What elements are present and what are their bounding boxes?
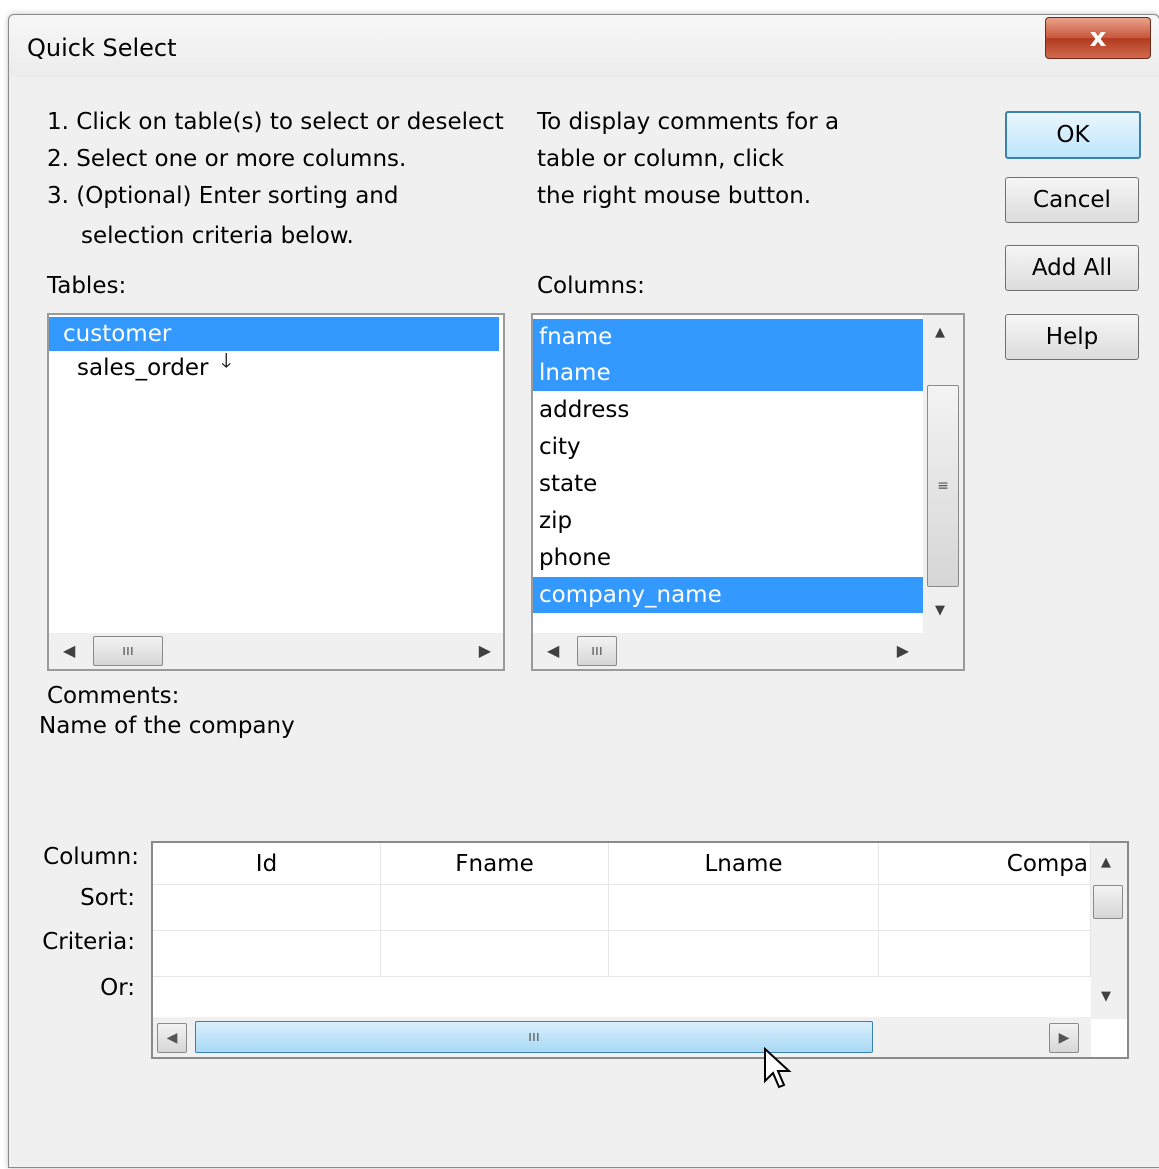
column-item-lname[interactable]: lname: [533, 355, 923, 391]
vertical-scroll-thumb[interactable]: ≡: [927, 385, 959, 587]
grid-row-label-criteria: Criteria:: [42, 929, 135, 955]
title-bar: Quick Select x: [9, 15, 1159, 77]
cancel-button[interactable]: Cancel: [1005, 177, 1139, 223]
grid-cell-criteria[interactable]: [879, 931, 1091, 977]
scroll-left-icon[interactable]: ◀: [547, 641, 559, 660]
grid-cell-sort[interactable]: [609, 885, 879, 931]
columns-horizontal-scrollbar[interactable]: ◀ ııı ▶: [533, 633, 963, 669]
scroll-down-icon[interactable]: ▼: [1101, 989, 1111, 1004]
column-item-state[interactable]: state: [533, 466, 597, 502]
grid-cell-criteria[interactable]: [609, 931, 879, 977]
columns-vertical-scrollbar[interactable]: ▲ ≡ ▼: [923, 315, 963, 633]
ok-button[interactable]: OK: [1005, 111, 1141, 159]
grid-vertical-scrollbar[interactable]: ▲ ▼: [1091, 843, 1127, 1019]
grid-cell-sort[interactable]: [879, 885, 1091, 931]
column-item-phone[interactable]: phone: [533, 540, 611, 576]
instruction-step-3-continued: selection criteria below.: [81, 223, 354, 249]
dialog-title: Quick Select: [27, 34, 177, 62]
grid-column-header-id[interactable]: Id: [153, 843, 381, 885]
tables-horizontal-scrollbar[interactable]: ◀ ııı ▶: [49, 633, 503, 669]
grid-cell-criteria[interactable]: [153, 931, 381, 977]
scroll-left-icon[interactable]: ◀: [63, 641, 75, 660]
mouse-cursor-icon: [764, 1047, 792, 1089]
table-item-label: sales_order: [77, 355, 209, 381]
comments-text: Name of the company: [39, 713, 295, 739]
help-button[interactable]: Help: [1005, 314, 1139, 360]
tables-label: Tables:: [47, 273, 127, 299]
grid-cell-sort[interactable]: [153, 885, 381, 931]
scroll-right-icon[interactable]: ▶: [897, 641, 909, 660]
add-all-button[interactable]: Add All: [1005, 245, 1139, 291]
scroll-right-icon[interactable]: ▶: [1049, 1023, 1079, 1053]
scroll-thumb[interactable]: ııı: [577, 636, 617, 666]
instruction-step-1: 1. Click on table(s) to select or desele…: [47, 109, 504, 135]
instruction-step-3: 3. (Optional) Enter sorting and: [47, 183, 399, 209]
grip-icon: ≡: [937, 478, 949, 494]
scroll-up-icon[interactable]: ▲: [1101, 855, 1111, 870]
comments-hint-line-1: To display comments for a: [537, 109, 840, 135]
column-item-fname[interactable]: fname: [533, 319, 923, 355]
vertical-scroll-thumb[interactable]: [1093, 885, 1123, 919]
columns-listbox[interactable]: fname lname address city state zip phone…: [531, 313, 965, 671]
column-item-address[interactable]: address: [533, 392, 629, 428]
grid-cell-sort[interactable]: [381, 885, 609, 931]
column-item-company-name[interactable]: company_name: [533, 577, 923, 613]
grid-column-header-company[interactable]: Compa: [879, 843, 1091, 885]
scroll-right-icon[interactable]: ▶: [479, 641, 491, 660]
scroll-thumb[interactable]: ııı: [93, 636, 163, 666]
grid-cell-criteria[interactable]: [381, 931, 609, 977]
grid-column-header-lname[interactable]: Lname: [609, 843, 879, 885]
grid-horizontal-scrollbar[interactable]: ◀ ııı ▶: [153, 1017, 1091, 1057]
grid-column-header-fname[interactable]: Fname: [381, 843, 609, 885]
grid-row-label-column: Column:: [43, 844, 139, 870]
comments-hint-line-2: table or column, click: [537, 146, 785, 172]
scroll-up-icon[interactable]: ▲: [935, 325, 945, 340]
grip-icon: ııı: [591, 643, 603, 659]
close-button[interactable]: x: [1045, 17, 1151, 59]
quick-select-dialog: Quick Select x 1. Click on table(s) to s…: [8, 14, 1159, 1168]
column-item-city[interactable]: city: [533, 429, 581, 465]
grip-icon: ııı: [122, 643, 134, 659]
criteria-grid: Id Fname Lname Compa ▲ ▼ ◀ ııı ▶: [151, 841, 1129, 1059]
scroll-down-icon[interactable]: ▼: [935, 603, 945, 618]
comments-label: Comments:: [47, 683, 180, 709]
down-arrow-icon: 🡓: [221, 348, 232, 372]
close-icon: x: [1089, 23, 1107, 53]
grid-row-label-or: Or:: [100, 975, 135, 1001]
table-item-sales-order[interactable]: sales_order 🡓: [49, 348, 231, 385]
tables-listbox[interactable]: customer sales_order 🡓 ◀ ııı ▶: [47, 313, 505, 671]
columns-label: Columns:: [537, 273, 645, 299]
grid-row-label-sort: Sort:: [80, 885, 135, 911]
instruction-step-2: 2. Select one or more columns.: [47, 146, 407, 172]
comments-hint-line-3: the right mouse button.: [537, 183, 812, 209]
grip-icon: ııı: [528, 1029, 540, 1045]
table-item-customer[interactable]: customer: [49, 317, 499, 351]
column-item-zip[interactable]: zip: [533, 503, 572, 539]
scroll-left-icon[interactable]: ◀: [157, 1023, 187, 1053]
